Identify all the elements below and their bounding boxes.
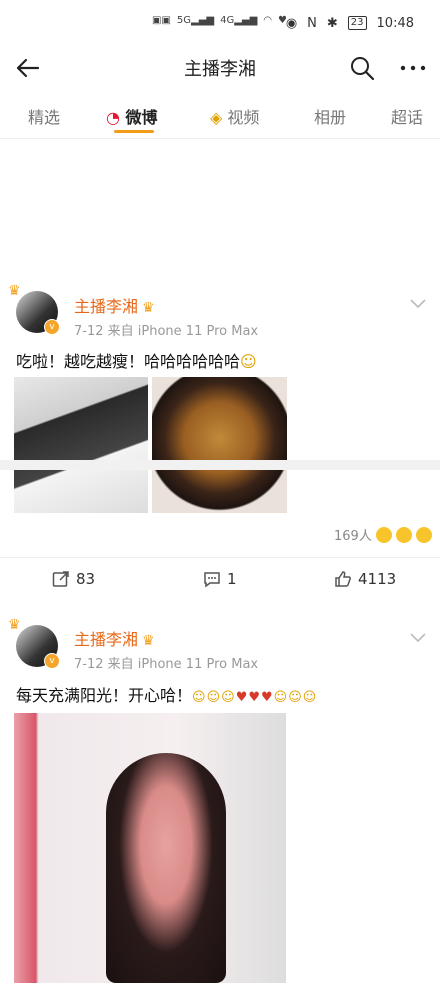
tab-weibo-label: 微博: [125, 108, 158, 127]
crown-icon: ♛: [8, 283, 21, 299]
chevron-down-icon[interactable]: [410, 299, 426, 309]
post-meta: 7-12 来自 iPhone 11 Pro Max: [74, 320, 258, 339]
surprised-emoji-icon: [375, 526, 392, 543]
status-bar: ▣▣ 5G▂▄▆ 4G▂▄▆ ◠ ♥ ◉ N ✱ 23 10:48: [0, 0, 440, 46]
post-image[interactable]: [14, 713, 286, 983]
tab-featured[interactable]: 精选: [28, 104, 60, 128]
heart-icon: ♥: [278, 15, 287, 26]
signal-icon: 5G▂▄▆: [176, 15, 215, 26]
signal-icons: ▣▣ 5G▂▄▆ 4G▂▄▆ ◠ ♥: [152, 15, 287, 26]
grinning-emoji-icon: [415, 526, 432, 543]
post-actions: 83 1 4113: [0, 557, 440, 602]
portrait-figure: [106, 753, 226, 983]
crown-badge-icon: ♛: [142, 633, 155, 649]
nav-bar: 主播李湘: [0, 46, 440, 90]
post-source: 来自 iPhone 11 Pro Max: [107, 657, 259, 672]
tab-weibo[interactable]: ◔ 微博: [106, 104, 158, 128]
post-text: 吃啦！越吃越瘦！哈哈哈哈哈哈☺: [16, 348, 257, 372]
post-image[interactable]: [14, 377, 148, 513]
comment-icon: [204, 572, 220, 588]
chevron-down-icon[interactable]: [410, 633, 426, 643]
emoji-row: ☺☺☺♥♥♥☺☺☺: [192, 690, 318, 705]
like-button[interactable]: 4113: [334, 570, 396, 588]
thumbs-up-icon: [335, 571, 351, 587]
post-source: 来自 iPhone 11 Pro Max: [107, 324, 259, 339]
verified-badge-icon: v: [44, 319, 60, 335]
clock: 10:48: [376, 15, 414, 31]
laughing-emoji-icon: ☺: [240, 352, 257, 371]
comment-button[interactable]: 1: [203, 570, 237, 588]
weibo-logo-icon: ◔: [106, 108, 120, 127]
author-name-text: 主播李湘: [74, 630, 139, 649]
sim-icon: ▣▣: [152, 15, 171, 26]
tab-super-topic[interactable]: 超话: [391, 104, 423, 128]
battery-indicator: 23: [347, 16, 367, 30]
author-name[interactable]: 主播李湘 ♛: [74, 293, 155, 317]
like-count: 4113: [358, 570, 397, 588]
wifi-icon: ◠: [263, 15, 273, 26]
tab-album[interactable]: 相册: [314, 104, 346, 128]
verified-badge-icon: v: [44, 653, 60, 669]
tab-video[interactable]: ◈ 视频: [210, 104, 259, 128]
post-text-content: 每天充满阳光！开心哈！: [16, 686, 193, 705]
repost-icon: [52, 571, 69, 587]
avatar[interactable]: ♛ v: [8, 283, 60, 335]
avatar[interactable]: ♛ v: [8, 617, 60, 669]
laughing-emoji-icon: [395, 526, 412, 543]
post-separator: [0, 460, 440, 470]
author-name[interactable]: 主播李湘 ♛: [74, 626, 155, 650]
reaction-count: 169人: [334, 529, 372, 544]
comment-count: 1: [227, 570, 237, 588]
eye-icon: ◉: [285, 15, 298, 31]
post-text-content: 吃啦！越吃越瘦！哈哈哈哈哈哈: [16, 352, 241, 371]
repost-button[interactable]: 83: [52, 570, 95, 588]
post-image[interactable]: [152, 377, 287, 513]
post-date: 7-12: [74, 657, 104, 672]
profile-tabs: 精选 ◔ 微博 ◈ 视频 相册 超话: [0, 90, 440, 139]
more-icon[interactable]: [398, 54, 428, 82]
active-tab-indicator: [114, 130, 154, 133]
post-date: 7-12: [74, 324, 104, 339]
search-icon[interactable]: [348, 54, 376, 82]
repost-count: 83: [76, 570, 96, 588]
tab-video-label: 视频: [227, 108, 260, 127]
bluetooth-icon: ✱: [326, 15, 338, 31]
nfc-icon: N: [307, 15, 317, 31]
back-arrow-icon[interactable]: [14, 54, 42, 82]
reaction-summary[interactable]: 169人: [334, 525, 432, 544]
video-icon: ◈: [210, 108, 223, 127]
crown-icon: ♛: [8, 617, 21, 633]
signal-icon-2: 4G▂▄▆: [220, 15, 258, 26]
crown-badge-icon: ♛: [142, 300, 155, 316]
post-text: 每天充满阳光！开心哈！☺☺☺♥♥♥☺☺☺: [16, 682, 317, 706]
post-meta: 7-12 来自 iPhone 11 Pro Max: [74, 653, 258, 672]
author-name-text: 主播李湘: [74, 297, 139, 316]
